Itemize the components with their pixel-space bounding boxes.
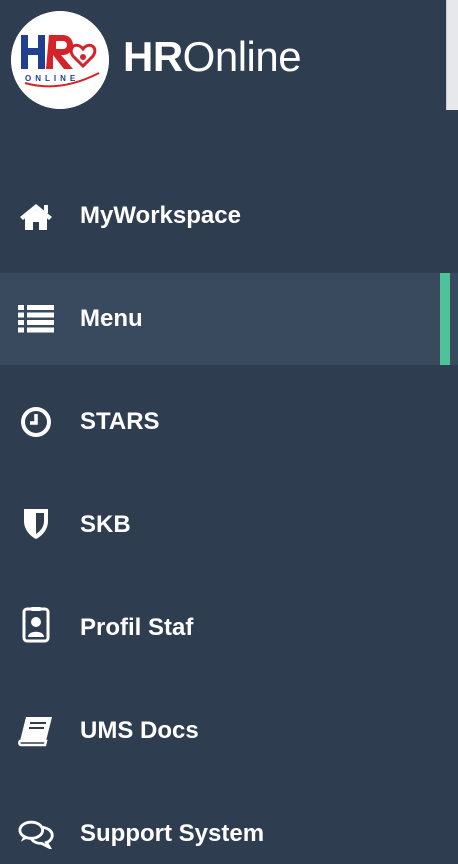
sidebar: ONLINE HROnline MyWorkspace Menu STARS S… <box>0 0 458 864</box>
sidebar-item-label: Menu <box>80 305 143 332</box>
active-indicator <box>440 273 450 365</box>
sidebar-item-profil-staf[interactable]: Profil Staf <box>0 577 458 680</box>
app-title-light: Online <box>182 33 302 80</box>
id-badge-icon <box>18 607 54 643</box>
sidebar-item-label: MyWorkspace <box>80 202 241 229</box>
sidebar-item-label: Support System <box>80 820 265 847</box>
sidebar-menu: MyWorkspace Menu STARS SKB Profil Staf U… <box>0 165 458 864</box>
home-icon <box>18 199 54 235</box>
sidebar-item-stars[interactable]: STARS <box>0 371 458 474</box>
sidebar-item-label: Profil Staf <box>80 614 194 641</box>
sidebar-item-myworkspace[interactable]: MyWorkspace <box>0 165 458 268</box>
clock-icon <box>18 404 54 440</box>
book-icon <box>18 713 54 749</box>
app-title-bold: HR <box>123 33 183 80</box>
sidebar-item-support-system[interactable]: Support System <box>0 783 458 864</box>
content-edge <box>446 0 458 110</box>
brand-header[interactable]: ONLINE HROnline <box>0 0 446 110</box>
comments-icon <box>18 816 54 852</box>
shield-icon <box>18 506 54 542</box>
sidebar-item-label: STARS <box>80 408 160 435</box>
list-icon <box>18 301 54 337</box>
sidebar-item-menu[interactable]: Menu <box>0 273 458 365</box>
sidebar-item-ums-docs[interactable]: UMS Docs <box>0 680 458 783</box>
app-title[interactable]: HROnline <box>123 33 302 80</box>
logo-subtext: ONLINE <box>25 74 79 83</box>
hronline-logo[interactable]: ONLINE <box>11 11 109 109</box>
sidebar-item-skb[interactable]: SKB <box>0 474 458 577</box>
sidebar-item-label: UMS Docs <box>80 717 199 744</box>
sidebar-item-label: SKB <box>80 511 131 538</box>
